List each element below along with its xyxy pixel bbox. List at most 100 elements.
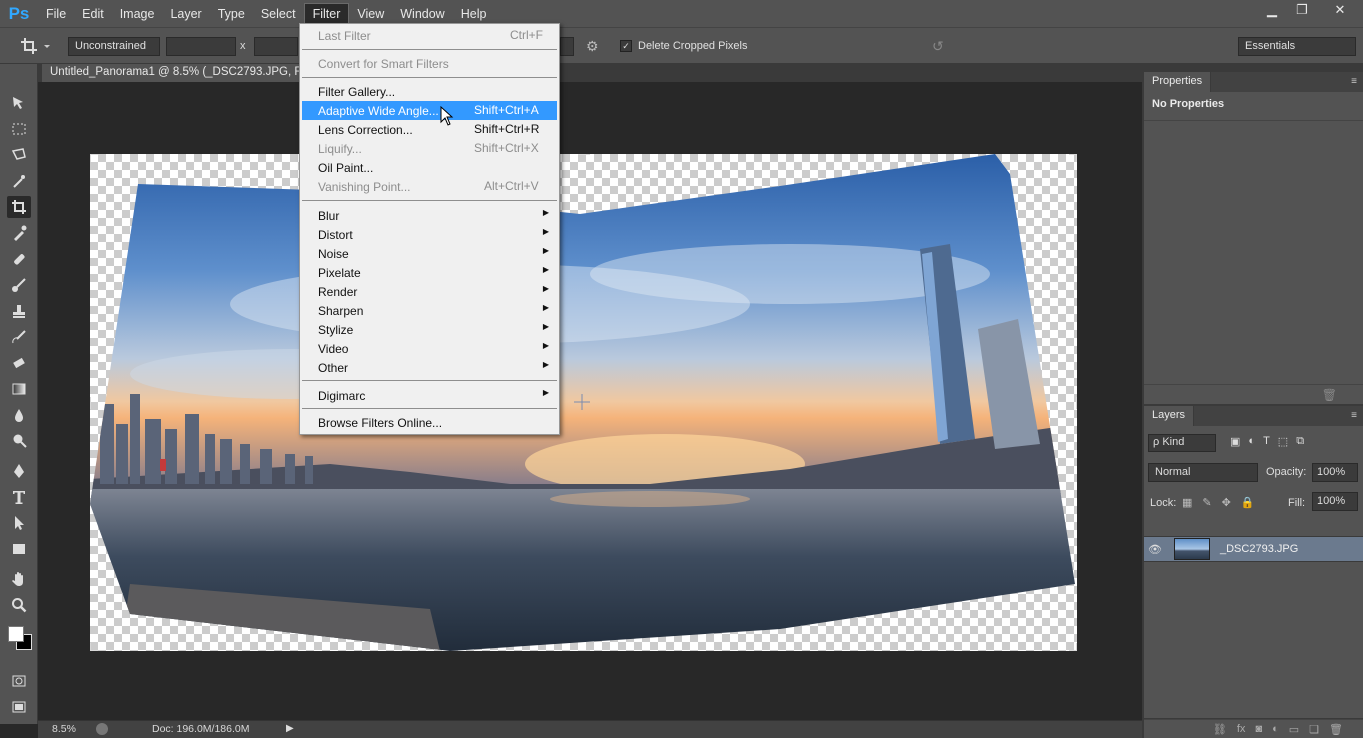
document-canvas[interactable] bbox=[90, 154, 1077, 651]
menu-type[interactable]: Type bbox=[210, 3, 253, 25]
layer-name[interactable]: _DSC2793.JPG bbox=[1220, 543, 1298, 555]
gear-icon[interactable]: ⚙ bbox=[586, 38, 599, 55]
menu-item-noise[interactable]: Noise ▶ bbox=[302, 244, 557, 263]
lock-transparent-icon[interactable]: ▦ bbox=[1182, 496, 1192, 509]
menu-item-liquify[interactable]: Liquify... Shift+Ctrl+X bbox=[302, 139, 557, 158]
delete-layer-icon[interactable]: 🗑 bbox=[1329, 723, 1343, 736]
menu-item-lens-correction[interactable]: Lens Correction... Shift+Ctrl+R bbox=[302, 120, 557, 139]
menu-item-browse-filters-online[interactable]: Browse Filters Online... bbox=[302, 413, 557, 432]
width-field[interactable] bbox=[166, 37, 236, 56]
type-tool-icon[interactable] bbox=[7, 486, 31, 508]
menu-select[interactable]: Select bbox=[253, 3, 304, 25]
healing-brush-tool-icon[interactable] bbox=[7, 248, 31, 270]
link-layers-icon[interactable]: ⛓ bbox=[1213, 723, 1227, 736]
adjustment-filter-icon[interactable]: ◐ bbox=[1248, 435, 1255, 448]
workspace-select[interactable]: Essentials bbox=[1238, 37, 1356, 56]
brush-tool-icon[interactable] bbox=[7, 274, 31, 296]
layers-menu-icon[interactable]: ≡ bbox=[1351, 410, 1357, 421]
menu-item-convert-smart-filters[interactable]: Convert for Smart Filters bbox=[302, 54, 557, 73]
menu-item-vanishing-point[interactable]: Vanishing Point... Alt+Ctrl+V bbox=[302, 177, 557, 196]
menu-item-filter-gallery[interactable]: Filter Gallery... bbox=[302, 82, 557, 101]
adjustment-layer-icon[interactable]: ◐ bbox=[1272, 723, 1279, 735]
foreground-color-swatch[interactable] bbox=[8, 626, 24, 642]
menu-help[interactable]: Help bbox=[453, 3, 495, 25]
trash-icon[interactable]: 🗑 bbox=[1322, 388, 1337, 402]
blur-tool-icon[interactable] bbox=[7, 404, 31, 426]
eraser-tool-icon[interactable] bbox=[7, 352, 31, 374]
quick-mask-icon[interactable] bbox=[7, 670, 31, 692]
image-filter-icon[interactable]: ▣ bbox=[1230, 435, 1240, 448]
menu-item-pixelate[interactable]: Pixelate ▶ bbox=[302, 263, 557, 282]
layer-row[interactable]: 👁 _DSC2793.JPG bbox=[1144, 536, 1363, 562]
reset-icon[interactable]: ↺ bbox=[932, 38, 944, 55]
crop-tool-preset-picker[interactable] bbox=[20, 36, 54, 56]
menu-item-sharpen[interactable]: Sharpen ▶ bbox=[302, 301, 557, 320]
menu-item-blur[interactable]: Blur ▶ bbox=[302, 206, 557, 225]
rectangle-tool-icon[interactable] bbox=[7, 538, 31, 560]
status-info-icon[interactable] bbox=[96, 723, 108, 735]
smart-object-filter-icon[interactable]: ⧉ bbox=[1296, 435, 1304, 448]
visibility-eye-icon[interactable]: 👁 bbox=[1144, 543, 1166, 556]
blend-mode-select[interactable]: Normal bbox=[1148, 463, 1258, 482]
menu-item-video[interactable]: Video ▶ bbox=[302, 339, 557, 358]
overlay-options-select[interactable] bbox=[560, 37, 574, 56]
menu-filter[interactable]: Filter bbox=[303, 2, 350, 25]
document-tab[interactable]: Untitled_Panorama1 @ 8.5% (_DSC2793.JPG,… bbox=[42, 64, 342, 82]
eyedropper-tool-icon[interactable] bbox=[7, 222, 31, 244]
new-layer-icon[interactable]: ❏ bbox=[1309, 723, 1319, 736]
tab-properties[interactable]: Properties bbox=[1144, 72, 1212, 92]
zoom-tool-icon[interactable] bbox=[7, 594, 31, 616]
clone-stamp-tool-icon[interactable] bbox=[7, 300, 31, 322]
height-field[interactable] bbox=[254, 37, 298, 56]
color-swatches[interactable] bbox=[6, 624, 34, 652]
crop-tool-icon[interactable] bbox=[7, 196, 31, 218]
type-filter-icon[interactable]: T bbox=[1263, 435, 1270, 448]
menu-item-adaptive-wide-angle[interactable]: Adaptive Wide Angle... Shift+Ctrl+A bbox=[302, 101, 557, 120]
menu-item-distort[interactable]: Distort ▶ bbox=[302, 225, 557, 244]
menu-item-other[interactable]: Other ▶ bbox=[302, 358, 557, 377]
fill-field[interactable]: 100% bbox=[1312, 492, 1358, 511]
zoom-level[interactable]: 8.5% bbox=[52, 723, 76, 735]
canvas-area[interactable] bbox=[38, 82, 1142, 720]
path-selection-tool-icon[interactable] bbox=[7, 512, 31, 534]
kind-filter-select[interactable]: ρ Kind bbox=[1148, 434, 1216, 452]
menu-file[interactable]: File bbox=[38, 3, 74, 25]
menu-edit[interactable]: Edit bbox=[74, 3, 112, 25]
menu-layer[interactable]: Layer bbox=[162, 3, 209, 25]
menu-item-stylize[interactable]: Stylize ▶ bbox=[302, 320, 557, 339]
close-button[interactable]: ✕ bbox=[1317, 0, 1363, 20]
tab-layers[interactable]: Layers bbox=[1144, 406, 1195, 426]
minimize-button[interactable]: ▁ bbox=[1257, 0, 1287, 20]
menu-item-last-filter[interactable]: Last Filter Ctrl+F bbox=[302, 26, 557, 45]
panel-menu-icon[interactable]: ≡ bbox=[1351, 76, 1357, 87]
layer-style-icon[interactable]: fx bbox=[1237, 723, 1246, 735]
magic-wand-tool-icon[interactable] bbox=[7, 170, 31, 192]
ratio-select[interactable]: Unconstrained bbox=[68, 37, 160, 56]
pen-tool-icon[interactable] bbox=[7, 460, 31, 482]
status-menu-arrow-icon[interactable]: ▶ bbox=[286, 723, 294, 734]
menu-window[interactable]: Window bbox=[392, 3, 452, 25]
shape-filter-icon[interactable]: ⬚ bbox=[1278, 435, 1288, 448]
delete-cropped-checkbox[interactable]: ✓ bbox=[620, 40, 632, 52]
move-tool-icon[interactable] bbox=[7, 92, 31, 114]
menu-view[interactable]: View bbox=[349, 3, 392, 25]
gradient-tool-icon[interactable] bbox=[7, 378, 31, 400]
add-mask-icon[interactable]: ◙ bbox=[1255, 723, 1262, 735]
menu-item-render[interactable]: Render ▶ bbox=[302, 282, 557, 301]
opacity-field[interactable]: 100% bbox=[1312, 463, 1358, 482]
delete-cropped-pixels-option[interactable]: ✓ Delete Cropped Pixels bbox=[620, 40, 747, 52]
lock-position-icon[interactable]: ✥ bbox=[1222, 496, 1231, 509]
history-brush-tool-icon[interactable] bbox=[7, 326, 31, 348]
lock-all-icon[interactable]: 🔒 bbox=[1241, 496, 1255, 509]
menu-item-oil-paint[interactable]: Oil Paint... bbox=[302, 158, 557, 177]
hand-tool-icon[interactable] bbox=[7, 568, 31, 590]
menu-item-digimarc[interactable]: Digimarc ▶ bbox=[302, 386, 557, 405]
lock-image-icon[interactable]: ✎ bbox=[1202, 496, 1211, 509]
marquee-tool-icon[interactable] bbox=[7, 118, 31, 140]
new-group-icon[interactable]: ▭ bbox=[1289, 723, 1299, 736]
restore-button[interactable]: ❐ bbox=[1287, 0, 1317, 20]
menu-image[interactable]: Image bbox=[112, 3, 163, 25]
dodge-tool-icon[interactable] bbox=[7, 430, 31, 452]
lasso-tool-icon[interactable] bbox=[7, 144, 31, 166]
screen-mode-icon[interactable] bbox=[7, 696, 31, 718]
